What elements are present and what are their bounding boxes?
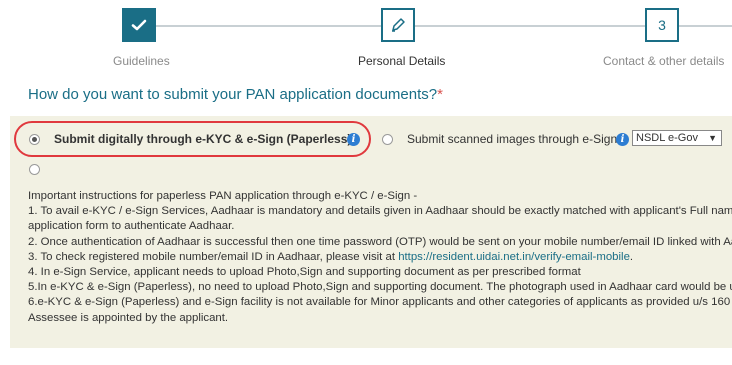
step-number: 3 bbox=[658, 17, 666, 33]
scanned-option-radio[interactable] bbox=[382, 134, 393, 145]
instruction-text: 3. To check registered mobile number/ema… bbox=[28, 250, 399, 263]
instruction-line: 4. In e-Sign Service, applicant needs to… bbox=[28, 266, 581, 279]
instruction-line: 5.In e-KYC & e-Sign (Paperless), no need… bbox=[28, 281, 732, 294]
esign-provider-value: NSDL e-Gov bbox=[636, 132, 698, 144]
digital-option-label[interactable]: Submit digitally through e-KYC & e-Sign … bbox=[54, 132, 351, 146]
question-text: How do you want to submit your PAN appli… bbox=[28, 86, 438, 103]
step-personal-details-marker[interactable] bbox=[381, 8, 415, 42]
instruction-line: Assessee is appointed by the applicant. bbox=[28, 311, 229, 324]
step-contact-marker[interactable]: 3 bbox=[645, 8, 679, 42]
pencil-icon bbox=[392, 18, 405, 32]
step-label-guidelines: Guidelines bbox=[113, 54, 170, 68]
stepper-line-3 bbox=[679, 25, 732, 27]
instruction-line: 1. To avail e-KYC / e-Sign Services, Aad… bbox=[28, 205, 732, 218]
instruction-line: 2. Once authentication of Aadhaar is suc… bbox=[28, 235, 732, 248]
check-icon bbox=[131, 19, 147, 31]
instruction-line: 3. To check registered mobile number/ema… bbox=[28, 250, 732, 265]
link-suffix: . bbox=[629, 250, 634, 263]
uidai-verify-link[interactable]: https://resident.uidai.net.in/verify-ema… bbox=[398, 251, 630, 263]
instructions-block: Important instructions for paperless PAN… bbox=[28, 189, 732, 326]
instruction-line: application form to authenticate Aadhaar… bbox=[28, 220, 235, 233]
esign-provider-select[interactable]: NSDL e-Gov ▼ bbox=[632, 130, 722, 146]
step-label-contact: Contact & other details bbox=[603, 54, 725, 68]
step-label-personal-details: Personal Details bbox=[358, 54, 446, 68]
instruction-line: 6.e-KYC & e-Sign (Paperless) and e-Sign … bbox=[28, 296, 732, 309]
info-icon[interactable]: i bbox=[616, 133, 629, 146]
digital-option-radio[interactable] bbox=[29, 134, 40, 145]
required-mark: * bbox=[437, 86, 443, 103]
instructions-heading: Important instructions for paperless PAN… bbox=[28, 190, 418, 202]
extra-option-radio[interactable] bbox=[29, 164, 40, 175]
submission-question: How do you want to submit your PAN appli… bbox=[28, 86, 443, 103]
stepper-line-1 bbox=[156, 25, 381, 27]
stepper-line-2 bbox=[415, 25, 645, 27]
step-guidelines-marker[interactable] bbox=[122, 8, 156, 42]
scanned-option-label[interactable]: Submit scanned images through e-Sign bbox=[407, 132, 617, 146]
info-icon[interactable]: i bbox=[347, 133, 360, 146]
chevron-down-icon: ▼ bbox=[708, 133, 717, 143]
